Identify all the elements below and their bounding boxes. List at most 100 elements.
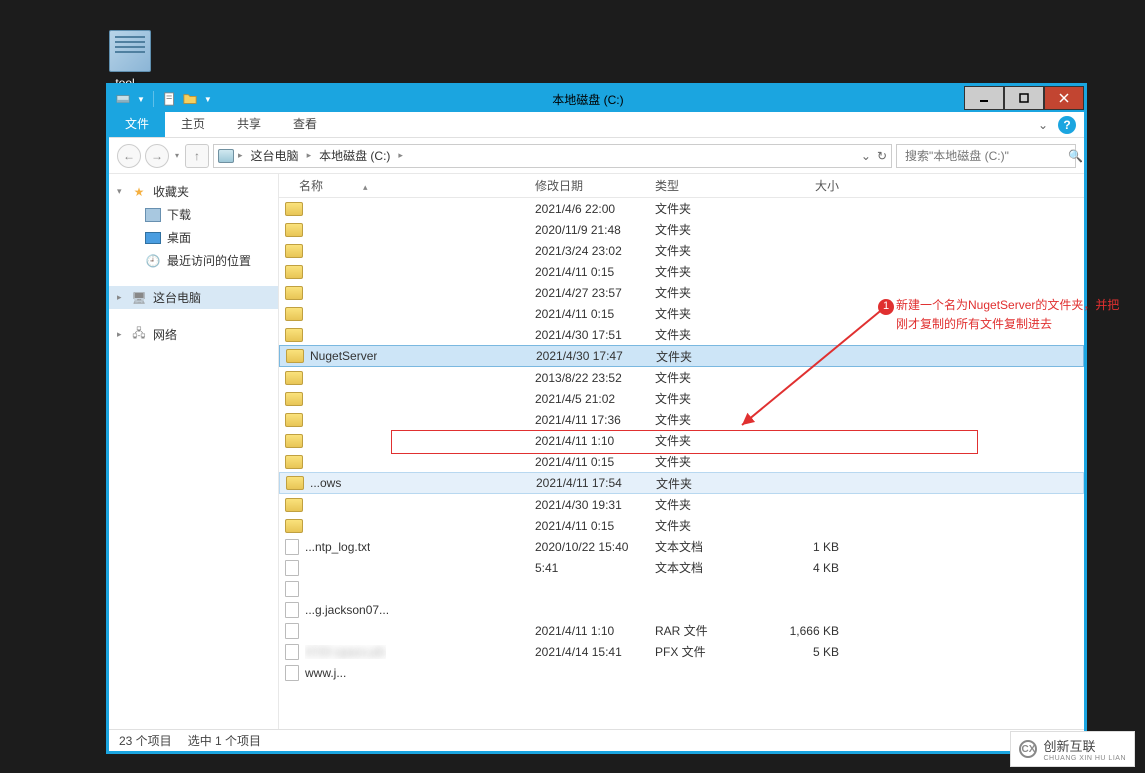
nav-history-dropdown[interactable]: ▾ — [175, 151, 179, 160]
file-row[interactable]: 2020/11/9 21:48文件夹 — [279, 219, 1084, 240]
nav-forward-button[interactable]: → — [145, 144, 169, 168]
status-bar: 23 个项目 选中 1 个项目 — [109, 729, 1084, 751]
desktop-notepad-icon[interactable]: tool... — [100, 30, 160, 90]
file-size: 1 KB — [775, 540, 855, 554]
file-icon — [285, 644, 299, 660]
close-button[interactable] — [1044, 86, 1084, 110]
file-row[interactable] — [279, 578, 1084, 599]
column-type[interactable]: 类型 — [655, 177, 775, 194]
breadcrumb-separator[interactable]: ▸ — [398, 150, 403, 161]
status-selected-count: 选中 1 个项目 — [188, 732, 261, 749]
file-row[interactable]: ...ows2021/4/11 17:54文件夹 — [279, 472, 1084, 494]
ribbon-tab-file[interactable]: 文件 — [109, 110, 165, 137]
watermark-sub: CHUANG XIN HU LIAN — [1043, 755, 1126, 762]
file-row[interactable]: 2021/4/27 23:57文件夹 — [279, 282, 1084, 303]
column-size[interactable]: 大小 — [775, 177, 855, 194]
breadcrumb-separator[interactable]: ▸ — [307, 150, 312, 161]
nav-up-button[interactable]: ↑ — [185, 144, 209, 168]
sidebar-desktop-label: 桌面 — [167, 229, 191, 246]
folder-icon — [285, 519, 303, 533]
file-size: 5 KB — [775, 645, 855, 659]
file-row[interactable]: NugetServer2021/4/30 17:47文件夹 — [279, 345, 1084, 367]
file-name-label: ...ntp_log.txt — [305, 540, 370, 554]
file-type: 文件夹 — [655, 432, 775, 449]
titlebar-dropdown-icon[interactable]: ▼ — [137, 95, 145, 104]
file-row[interactable]: 2021/4/11 0:15文件夹 — [279, 261, 1084, 282]
address-drive-icon — [218, 149, 234, 163]
breadcrumb-pc[interactable]: 这台电脑 — [247, 145, 303, 166]
file-row[interactable]: 2021/4/11 1:10文件夹 — [279, 430, 1084, 451]
search-box[interactable]: 🔍 — [896, 144, 1076, 168]
file-row[interactable]: 2021/4/11 17:36文件夹 — [279, 409, 1084, 430]
file-row[interactable]: 2021/4/6 22:00文件夹 — [279, 198, 1084, 219]
file-row[interactable]: 2021/4/11 0:15文件夹 — [279, 515, 1084, 536]
file-date: 2020/11/9 21:48 — [535, 223, 655, 237]
file-row[interactable]: 2021/4/11 1:10RAR 文件1,666 KB — [279, 620, 1084, 641]
file-name-label: NugetServer — [310, 349, 377, 363]
window-titlebar[interactable]: ▼ ▼ 本地磁盘 (C:) — [109, 86, 1084, 112]
sidebar-network[interactable]: ▸ 🖧 网络 — [109, 323, 278, 346]
minimize-button[interactable] — [964, 86, 1004, 110]
file-row[interactable]: 2021/3/24 23:02文件夹 — [279, 240, 1084, 261]
sidebar-favorites[interactable]: ▾ ★ 收藏夹 — [109, 180, 278, 203]
nav-back-button[interactable]: ← — [117, 144, 141, 168]
folder-icon — [285, 223, 303, 237]
file-list[interactable]: 2021/4/6 22:00文件夹 2020/11/9 21:48文件夹 202… — [279, 198, 1084, 729]
column-name[interactable]: 名称▴ — [279, 177, 535, 194]
file-row[interactable]: 0720 space.pfx2021/4/14 15:41PFX 文件5 KB — [279, 641, 1084, 662]
file-row[interactable]: www.j... — [279, 662, 1084, 683]
folder-icon — [285, 371, 303, 385]
breadcrumb-drive[interactable]: 本地磁盘 (C:) — [315, 145, 394, 166]
file-row[interactable]: 2021/4/30 19:31文件夹 — [279, 494, 1084, 515]
file-date: 2021/4/11 1:10 — [535, 434, 655, 448]
file-row[interactable]: ...ntp_log.txt2020/10/22 15:40文本文档1 KB — [279, 536, 1084, 557]
file-row[interactable]: 2021/4/11 0:15文件夹 — [279, 303, 1084, 324]
ribbon-tab-home[interactable]: 主页 — [165, 110, 221, 137]
search-icon[interactable]: 🔍 — [1068, 149, 1083, 163]
file-row[interactable]: ...g.jackson07... — [279, 599, 1084, 620]
refresh-button[interactable]: ↻ — [877, 149, 887, 163]
ribbon-tab-share[interactable]: 共享 — [221, 110, 277, 137]
file-type: 文件夹 — [655, 453, 775, 470]
sidebar-downloads-label: 下载 — [167, 206, 191, 223]
file-date: 5:41 — [535, 561, 655, 575]
column-date[interactable]: 修改日期 — [535, 177, 655, 194]
properties-icon[interactable] — [162, 91, 178, 107]
maximize-button[interactable] — [1004, 86, 1044, 110]
file-row[interactable]: 5:41文本文档4 KB — [279, 557, 1084, 578]
desktop-icon — [145, 230, 161, 246]
ribbon-tab-view[interactable]: 查看 — [277, 110, 333, 137]
file-row[interactable]: 2021/4/5 21:02文件夹 — [279, 388, 1084, 409]
folder-icon — [285, 413, 303, 427]
sidebar-recent[interactable]: 🕘 最近访问的位置 — [109, 249, 278, 272]
file-type: 文件夹 — [655, 390, 775, 407]
folder-icon — [285, 328, 303, 342]
search-input[interactable] — [903, 148, 1062, 164]
watermark-brand: 创新互联 — [1043, 736, 1126, 755]
explorer-window: ▼ ▼ 本地磁盘 (C:) 文件 主页 共享 查看 ⌄ ? ← → ▾ ↑ — [106, 83, 1087, 754]
folder-icon — [285, 455, 303, 469]
file-date: 2021/4/11 17:36 — [535, 413, 655, 427]
file-row[interactable]: 2013/8/22 23:52文件夹 — [279, 367, 1084, 388]
folder-icon — [285, 434, 303, 448]
folder-icon — [285, 244, 303, 258]
file-date: 2021/4/14 15:41 — [535, 645, 655, 659]
ribbon-expand-icon[interactable]: ⌄ — [1038, 118, 1048, 132]
qat-dropdown-icon[interactable]: ▼ — [204, 95, 212, 104]
breadcrumb-separator[interactable]: ▸ — [238, 150, 243, 161]
file-icon — [285, 665, 299, 681]
address-dropdown-icon[interactable]: ⌄ — [861, 149, 871, 163]
sidebar-desktop[interactable]: 桌面 — [109, 226, 278, 249]
file-date: 2020/10/22 15:40 — [535, 540, 655, 554]
file-list-pane: 名称▴ 修改日期 类型 大小 2021/4/6 22:00文件夹 2020/11… — [279, 174, 1084, 729]
address-bar[interactable]: ▸ 这台电脑 ▸ 本地磁盘 (C:) ▸ ⌄ ↻ — [213, 144, 892, 168]
sidebar-thispc[interactable]: ▸ 🖥 这台电脑 — [109, 286, 278, 309]
file-date: 2021/4/6 22:00 — [535, 202, 655, 216]
file-icon — [285, 560, 299, 576]
file-date: 2021/4/11 1:10 — [535, 624, 655, 638]
file-row[interactable]: 2021/4/30 17:51文件夹 — [279, 324, 1084, 345]
new-folder-icon[interactable] — [182, 91, 198, 107]
help-button[interactable]: ? — [1058, 116, 1076, 134]
sidebar-downloads[interactable]: 下载 — [109, 203, 278, 226]
file-row[interactable]: 2021/4/11 0:15文件夹 — [279, 451, 1084, 472]
